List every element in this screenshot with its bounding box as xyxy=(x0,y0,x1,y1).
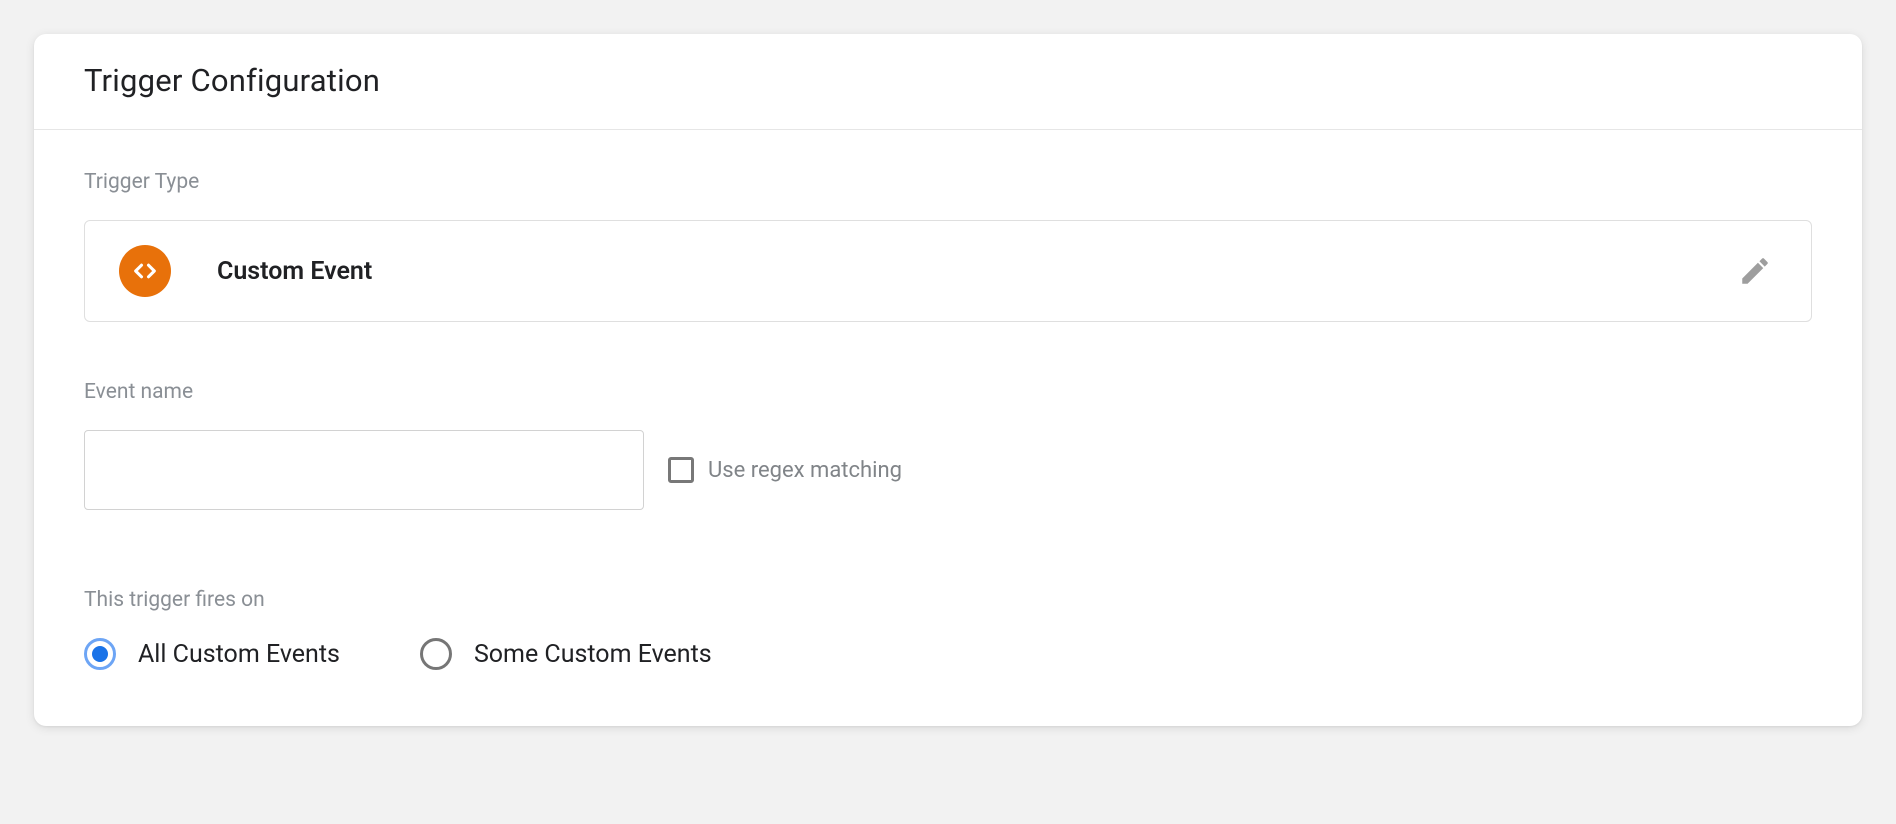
event-name-label: Event name xyxy=(84,380,1812,404)
checkbox-icon xyxy=(668,457,694,483)
trigger-type-value: Custom Event xyxy=(217,257,372,286)
card-body: Trigger Type Custom Event Event name xyxy=(34,130,1862,726)
radio-selected-icon xyxy=(84,638,116,670)
event-name-row: Use regex matching xyxy=(84,430,1812,510)
pencil-icon xyxy=(1738,254,1772,288)
trigger-type-selector[interactable]: Custom Event xyxy=(84,220,1812,322)
trigger-configuration-card: Trigger Configuration Trigger Type Custo… xyxy=(34,34,1862,726)
radio-some-label: Some Custom Events xyxy=(474,640,712,669)
regex-checkbox-label: Use regex matching xyxy=(708,458,902,483)
radio-unselected-icon xyxy=(420,638,452,670)
fires-on-label: This trigger fires on xyxy=(84,588,1812,612)
radio-all-custom-events[interactable]: All Custom Events xyxy=(84,638,340,670)
card-title: Trigger Configuration xyxy=(84,62,1812,99)
card-header: Trigger Configuration xyxy=(34,34,1862,130)
code-icon xyxy=(119,245,171,297)
edit-trigger-type-button[interactable] xyxy=(1733,249,1777,293)
fires-on-radio-group: All Custom Events Some Custom Events xyxy=(84,638,1812,670)
radio-some-custom-events[interactable]: Some Custom Events xyxy=(420,638,712,670)
regex-checkbox[interactable]: Use regex matching xyxy=(668,457,902,483)
radio-all-label: All Custom Events xyxy=(138,640,340,669)
trigger-type-label: Trigger Type xyxy=(84,170,1812,194)
event-name-input[interactable] xyxy=(84,430,644,510)
